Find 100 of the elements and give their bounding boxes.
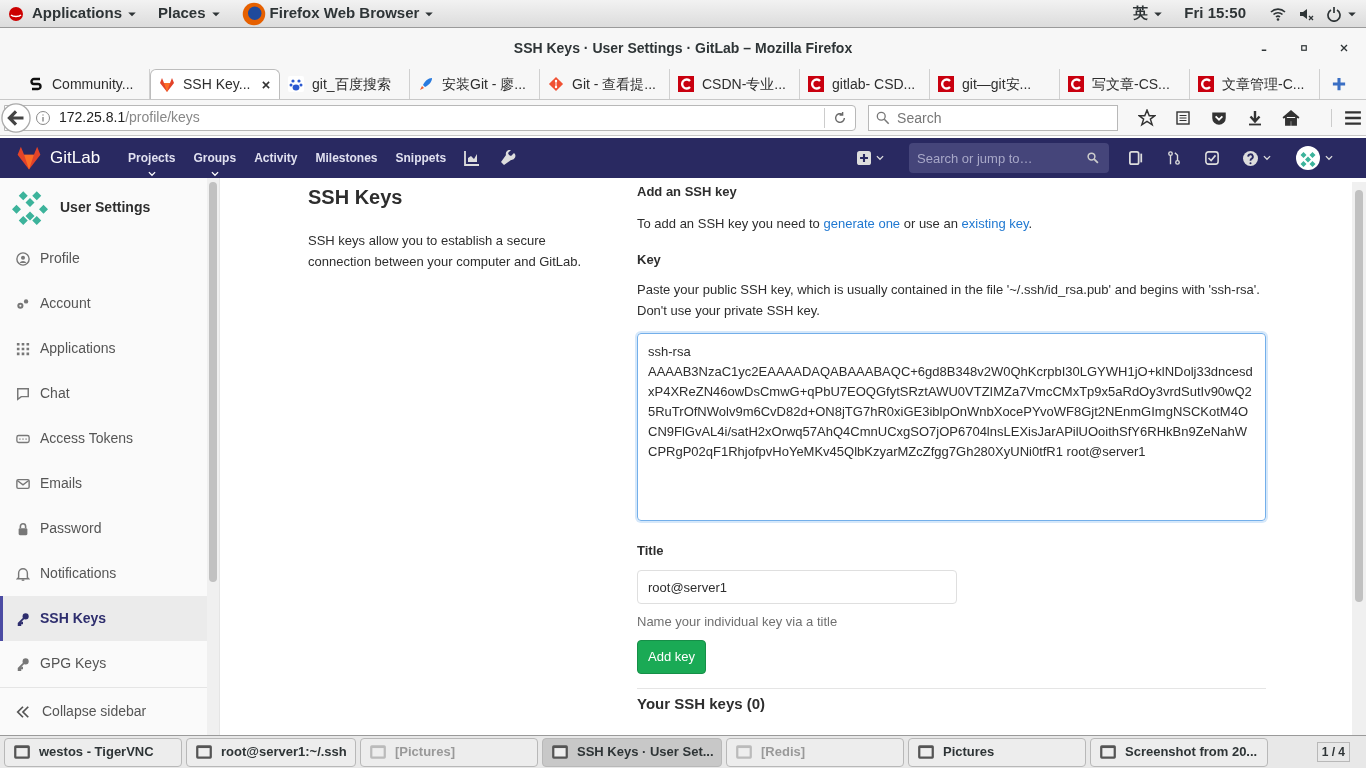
reading-list-icon[interactable] (1175, 109, 1191, 126)
new-tab-icon[interactable] (1332, 77, 1346, 91)
search-field[interactable]: Search (868, 104, 1118, 131)
chevron-down-icon (1324, 153, 1334, 163)
merge-request-icon[interactable] (1167, 151, 1181, 165)
window-icon (1099, 743, 1117, 761)
url-text: 172.25.8.1/profile/keys (58, 108, 201, 127)
window-icon (13, 743, 31, 761)
browser-tab[interactable]: 安装Git - 廖... (410, 69, 540, 99)
chevron-down-icon (1262, 153, 1272, 163)
plus-square-icon[interactable] (857, 151, 871, 165)
sidebar-item[interactable]: Notifications (0, 551, 207, 596)
user-icon (16, 251, 30, 266)
browser-tab[interactable]: git_百度搜索 (280, 69, 410, 99)
c-logo-icon (678, 76, 694, 92)
field-label: Title (637, 542, 665, 560)
sidebar-item[interactable]: GPG Keys (0, 641, 207, 686)
lock-icon (16, 521, 30, 536)
close-icon[interactable] (261, 79, 271, 90)
browser-tab[interactable]: gitlab- CSD... (800, 69, 930, 99)
sidebar-panel-icon[interactable] (1129, 151, 1143, 165)
input-method-menu[interactable]: 英 (1133, 2, 1165, 25)
browser-tab[interactable]: Git - 查看提... (540, 69, 670, 99)
sidebar-item[interactable]: Profile (0, 236, 207, 281)
gitlab-logo-link[interactable]: GitLab (16, 145, 101, 171)
top-menu[interactable]: Firefox Web Browser (241, 1, 436, 26)
help-text: Name your individual key via a title (637, 613, 839, 631)
key-icon (16, 656, 30, 671)
generate-link[interactable]: generate one (823, 216, 901, 231)
nav-link[interactable]: Projects (128, 137, 176, 179)
search-field[interactable]: Search or jump to… (909, 143, 1109, 173)
chart-icon[interactable] (464, 150, 481, 166)
sidebar-item[interactable]: SSH Keys (0, 596, 207, 641)
fox-logo-icon (16, 145, 42, 171)
search-icon (876, 110, 891, 125)
wrench-icon[interactable] (500, 150, 517, 166)
wifi-icon[interactable] (1270, 5, 1286, 22)
browser-tab[interactable]: 文章管理-C... (1190, 69, 1320, 99)
scrollbar-thumb[interactable] (1355, 190, 1363, 602)
top-menu[interactable]: Applications (32, 2, 138, 25)
double-chevron-left-icon (16, 704, 30, 719)
existing-key-link[interactable]: existing key (961, 216, 1029, 231)
sidebar-item[interactable]: Password (0, 506, 207, 551)
rocket-icon (418, 76, 434, 92)
menu-icon[interactable] (1331, 108, 1362, 127)
info-icon (35, 109, 51, 126)
taskbar-button[interactable]: SSH Keys · User Set... (542, 737, 722, 767)
sidebar-item[interactable]: Emails (0, 461, 207, 506)
power-icon[interactable] (1326, 5, 1342, 22)
sidebar-title: User Settings (60, 197, 151, 217)
taskbar-button[interactable]: Screenshot from 20... (1090, 737, 1268, 767)
nav-link[interactable]: Groups (193, 137, 237, 179)
star-icon[interactable] (1138, 108, 1156, 127)
nav-link[interactable]: Snippets (395, 137, 447, 179)
c-logo-icon (1068, 76, 1084, 92)
c-logo-icon (938, 76, 954, 92)
scrollbar-thumb[interactable] (209, 182, 217, 582)
window-icon (551, 743, 569, 761)
browser-tab[interactable]: SSH Key... (150, 69, 280, 99)
download-icon[interactable] (1247, 109, 1263, 126)
form-heading: Add an SSH key (637, 183, 738, 201)
help-icon[interactable] (1243, 150, 1258, 166)
todo-icon[interactable] (1205, 151, 1219, 165)
browser-tab[interactable]: CSDN-专业... (670, 69, 800, 99)
nav-link[interactable]: Milestones (315, 137, 378, 179)
sidebar-item[interactable]: Applications (0, 326, 207, 371)
gears-icon (16, 296, 30, 311)
section-heading: Your SSH keys (0) (637, 695, 767, 713)
taskbar-button[interactable]: Pictures (908, 737, 1086, 767)
window-icon (369, 743, 387, 761)
key-textarea[interactable]: ssh-rsa AAAAB3NzaC1yc2EAAAADAQABAAABAQC+6gd8B348v2W0QhKcrpbI30LGYWH1jO+klNDolj33dncesdxP4XReZN46owDsCmwG+qPbU7EOQGfytSRztAWU0VTZIMZa7VmcCMxTp9x5aRdOy3vrdSutIv90wQ25RuTrOfNWolv9m6CvD82d+ON8jTG7hR0xiGE3iblpOnWnbXocePYvoWF8Gjt2NEnmGImgNSCKotM4OCN9FlGvAL4i/satH2xOrwq57AhQ4CmnUCxgSO7jOP6704lnsLEXisJarAPilUOoithSfY6RHkBn9ZeNahWCPRgP02qF1RhjofpvHoYeMKv45QlbKzyarMZcZfgg7Gh280XyUNi0tfR1 root@server1 (637, 333, 1266, 521)
section-description: SSH keys allow you to establish a secure connection between your computer and GitLab. (308, 232, 583, 271)
clock: Fri 15:50 (1184, 3, 1246, 24)
address-bar[interactable]: 172.25.8.1/profile/keys (4, 104, 857, 131)
avatar-icon (12, 189, 48, 225)
sidebar-item[interactable]: Account (0, 281, 207, 326)
nav-link[interactable]: Activity (254, 137, 298, 179)
taskbar-button[interactable]: root@server1:~/.ssh (186, 737, 356, 767)
browser-tab[interactable]: git—git安... (930, 69, 1060, 99)
paw-icon (288, 76, 304, 92)
s-logo-icon (28, 76, 44, 92)
home-icon[interactable] (1282, 108, 1300, 127)
c-logo-icon (1198, 76, 1214, 92)
top-menu[interactable]: Places (158, 2, 222, 25)
field-label: Key (637, 251, 662, 269)
sidebar-item[interactable]: Access Tokens (0, 416, 207, 461)
workspace-indicator[interactable]: 1 / 4 (1316, 742, 1350, 762)
window-title: SSH Keys · User Settings · GitLab – Mozilla Firefox (513, 38, 853, 58)
browser-tab[interactable]: 写文章-CS... (1060, 69, 1190, 99)
key-icon (16, 611, 30, 626)
section-heading: SSH Keys (308, 185, 404, 210)
window-icon (735, 743, 753, 761)
sidebar-item[interactable]: Chat (0, 371, 207, 416)
taskbar-button[interactable]: westos - TigerVNC (4, 737, 182, 767)
window-icon (917, 743, 935, 761)
title-field[interactable]: root@server1 (637, 570, 957, 604)
back-icon[interactable] (1, 102, 31, 133)
avatar-icon[interactable] (1296, 146, 1320, 170)
c-logo-icon (808, 76, 824, 92)
mail-icon (16, 476, 30, 491)
